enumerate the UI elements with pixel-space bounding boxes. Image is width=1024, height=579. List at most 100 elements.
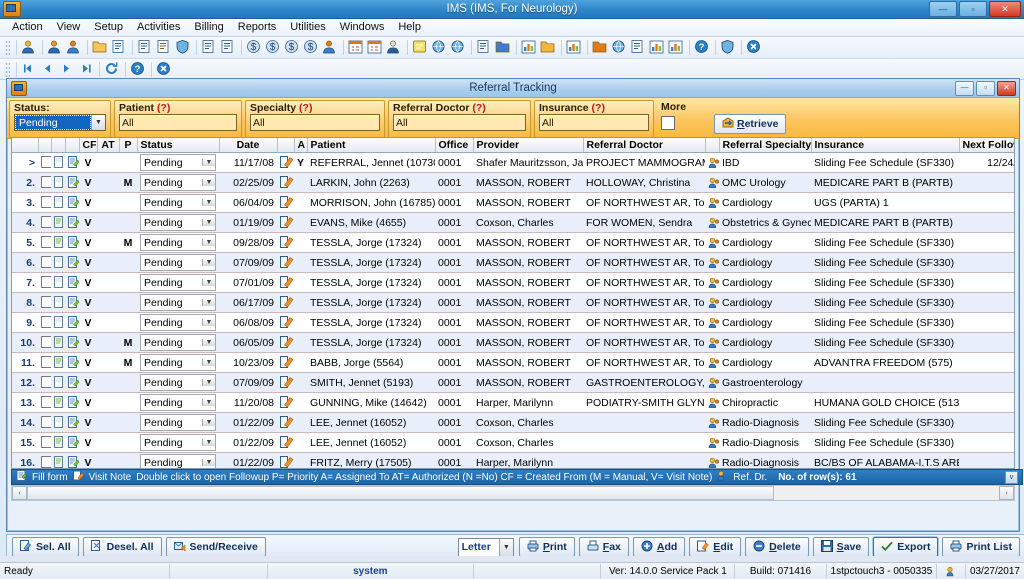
cell-status[interactable]: Pending▼: [137, 233, 219, 253]
scroll-down-icon[interactable]: v: [1005, 471, 1018, 484]
col-patient[interactable]: Patient: [307, 138, 435, 153]
case-icon[interactable]: [540, 39, 557, 56]
col-date[interactable]: Date: [219, 138, 277, 153]
menu-setup[interactable]: Setup: [87, 19, 130, 36]
row-doc-icon[interactable]: [51, 153, 65, 173]
cell-status[interactable]: Pending▼: [137, 373, 219, 393]
table-row[interactable]: 15.VPending▼01/22/09LEE, Jennet (16052)0…: [12, 433, 1015, 453]
table-row[interactable]: 8.VPending▼06/17/09TESSLA, Jorge (17324)…: [12, 293, 1015, 313]
col-p[interactable]: P: [119, 138, 137, 153]
table-row[interactable]: 7.VPending▼07/01/09TESSLA, Jorge (17324)…: [12, 273, 1015, 293]
col-form[interactable]: [51, 138, 65, 153]
scroll-right-button[interactable]: ›: [999, 486, 1014, 500]
cell-status[interactable]: Pending▼: [137, 453, 219, 470]
patient-input[interactable]: All: [119, 114, 237, 131]
cell-status[interactable]: Pending▼: [137, 173, 219, 193]
edit-button[interactable]: Edit: [689, 537, 741, 557]
row-doc-icon[interactable]: [51, 193, 65, 213]
col-ref-doctor[interactable]: Referral Doctor: [583, 138, 705, 153]
cell-status[interactable]: Pending▼: [137, 293, 219, 313]
print-button[interactable]: Print: [519, 537, 575, 557]
dollar-icon[interactable]: $: [246, 39, 263, 56]
col-provider[interactable]: Provider: [473, 138, 583, 153]
row-checkbox[interactable]: [38, 293, 51, 313]
list-icon[interactable]: [668, 39, 685, 56]
edit-note-icon[interactable]: [111, 39, 128, 56]
status-select[interactable]: Pending ▼: [14, 114, 106, 131]
row-visit-note-icon[interactable]: [277, 413, 294, 433]
back-arrow-icon[interactable]: [412, 39, 429, 56]
table-row[interactable]: 5.VMPending▼09/28/09TESSLA, Jorge (17324…: [12, 233, 1015, 253]
row-doc-icon[interactable]: [51, 413, 65, 433]
row-doc-icon[interactable]: [51, 353, 65, 373]
inbox-icon[interactable]: [592, 39, 609, 56]
row-visit-note-icon[interactable]: [277, 433, 294, 453]
chevron-down-icon[interactable]: ▼: [91, 115, 105, 130]
col-note[interactable]: [65, 138, 79, 153]
scheduler-icon[interactable]: [367, 39, 384, 56]
row-visit-note-icon[interactable]: [277, 353, 294, 373]
cell-status[interactable]: Pending▼: [137, 393, 219, 413]
row-fill-form-icon[interactable]: [65, 153, 79, 173]
row-checkbox[interactable]: [38, 153, 51, 173]
referral-minimize-button[interactable]: —: [955, 81, 974, 96]
col-status[interactable]: Status: [137, 138, 219, 153]
dollar-card-icon[interactable]: $: [303, 39, 320, 56]
calendar-icon[interactable]: [348, 39, 365, 56]
table-row[interactable]: 14.VPending▼01/22/09LEE, Jennet (16052)0…: [12, 413, 1015, 433]
row-fill-form-icon[interactable]: [65, 293, 79, 313]
row-fill-form-icon[interactable]: [65, 413, 79, 433]
row-doc-icon[interactable]: [51, 173, 65, 193]
chevron-down-icon-format[interactable]: ▼: [499, 539, 513, 556]
table-row[interactable]: 11.VMPending▼10/23/09BABB, Jorge (5564)0…: [12, 353, 1015, 373]
row-checkbox[interactable]: [38, 453, 51, 470]
cell-status[interactable]: Pending▼: [137, 193, 219, 213]
row-fill-form-icon[interactable]: [65, 373, 79, 393]
lock-icon[interactable]: [720, 39, 737, 56]
deselect-all-button[interactable]: Desel. All: [83, 537, 162, 557]
clipboard-icon[interactable]: [137, 39, 154, 56]
row-doc-icon[interactable]: [51, 433, 65, 453]
row-doc-icon[interactable]: [51, 293, 65, 313]
row-visit-note-icon[interactable]: [277, 393, 294, 413]
window-icon[interactable]: [476, 39, 493, 56]
horizontal-scrollbar[interactable]: ‹ ›: [11, 485, 1015, 501]
row-checkbox[interactable]: [38, 313, 51, 333]
export-button[interactable]: Export: [873, 537, 938, 557]
referral-grid[interactable]: CF AT P Status Date A Patient Office Pro…: [11, 137, 1015, 469]
col-next-followup[interactable]: Next Followup: [959, 138, 1015, 153]
row-fill-form-icon[interactable]: [65, 253, 79, 273]
globe-alt-icon[interactable]: [450, 39, 467, 56]
exchange-icon[interactable]: [611, 39, 628, 56]
help-icon[interactable]: ?: [694, 39, 711, 56]
row-fill-form-icon[interactable]: [65, 173, 79, 193]
table-row[interactable]: 12.VPending▼07/09/09SMITH, Jennet (5193)…: [12, 373, 1015, 393]
cell-status[interactable]: Pending▼: [137, 273, 219, 293]
row-visit-note-icon[interactable]: [277, 193, 294, 213]
row-checkbox[interactable]: [38, 433, 51, 453]
row-visit-note-icon[interactable]: [277, 313, 294, 333]
row-fill-form-icon[interactable]: [65, 333, 79, 353]
cell-status[interactable]: Pending▼: [137, 313, 219, 333]
save-button[interactable]: Save: [813, 537, 870, 557]
last-record-icon[interactable]: [78, 61, 95, 78]
fax-button[interactable]: Fax: [579, 537, 629, 557]
table-row[interactable]: 6.VPending▼07/09/09TESSLA, Jorge (17324)…: [12, 253, 1015, 273]
table-row[interactable]: 9.VPending▼06/08/09TESSLA, Jorge (17324)…: [12, 313, 1015, 333]
auth-icon[interactable]: [386, 39, 403, 56]
patient-add-icon[interactable]: [47, 39, 64, 56]
cell-status[interactable]: Pending▼: [137, 413, 219, 433]
close-button[interactable]: ✕: [989, 1, 1021, 17]
row-checkbox[interactable]: [38, 193, 51, 213]
col-ref-specialty[interactable]: Referral Specialty: [719, 138, 811, 153]
row-checkbox[interactable]: [38, 353, 51, 373]
row-doc-icon[interactable]: [51, 213, 65, 233]
retrieve-button[interactable]: Retrieve: [714, 114, 786, 134]
specialty-input[interactable]: All: [250, 114, 380, 131]
insurance-input[interactable]: All: [539, 114, 649, 131]
cell-status[interactable]: Pending▼: [137, 433, 219, 453]
row-visit-note-icon[interactable]: [277, 373, 294, 393]
table-row[interactable]: >VPending▼11/17/08YREFERRAL, Jennet (107…: [12, 153, 1015, 173]
select-all-button[interactable]: Sel. All: [12, 537, 79, 557]
next-record-icon[interactable]: [59, 61, 76, 78]
